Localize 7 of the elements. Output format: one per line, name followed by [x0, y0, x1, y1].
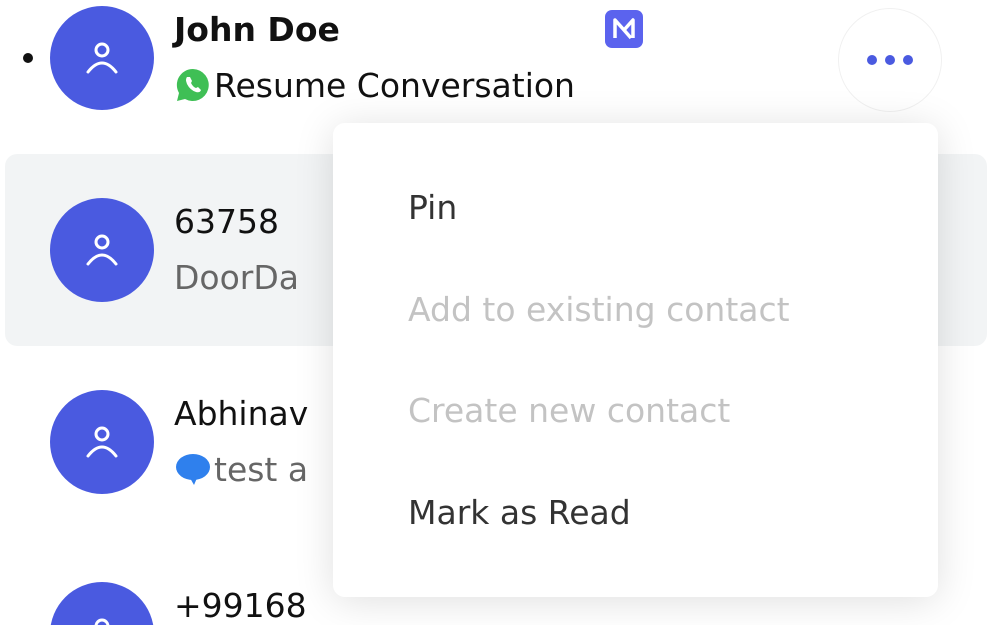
message-preview: Resume Conversation — [214, 66, 575, 106]
contact-name: +99168 — [174, 586, 307, 625]
message-preview: DoorDa — [174, 258, 299, 298]
contact-name: 63758 — [174, 202, 280, 242]
contact-name: Abhinav — [174, 394, 308, 434]
message-preview: test a — [214, 450, 308, 490]
contact-name: John Doe — [174, 10, 341, 50]
